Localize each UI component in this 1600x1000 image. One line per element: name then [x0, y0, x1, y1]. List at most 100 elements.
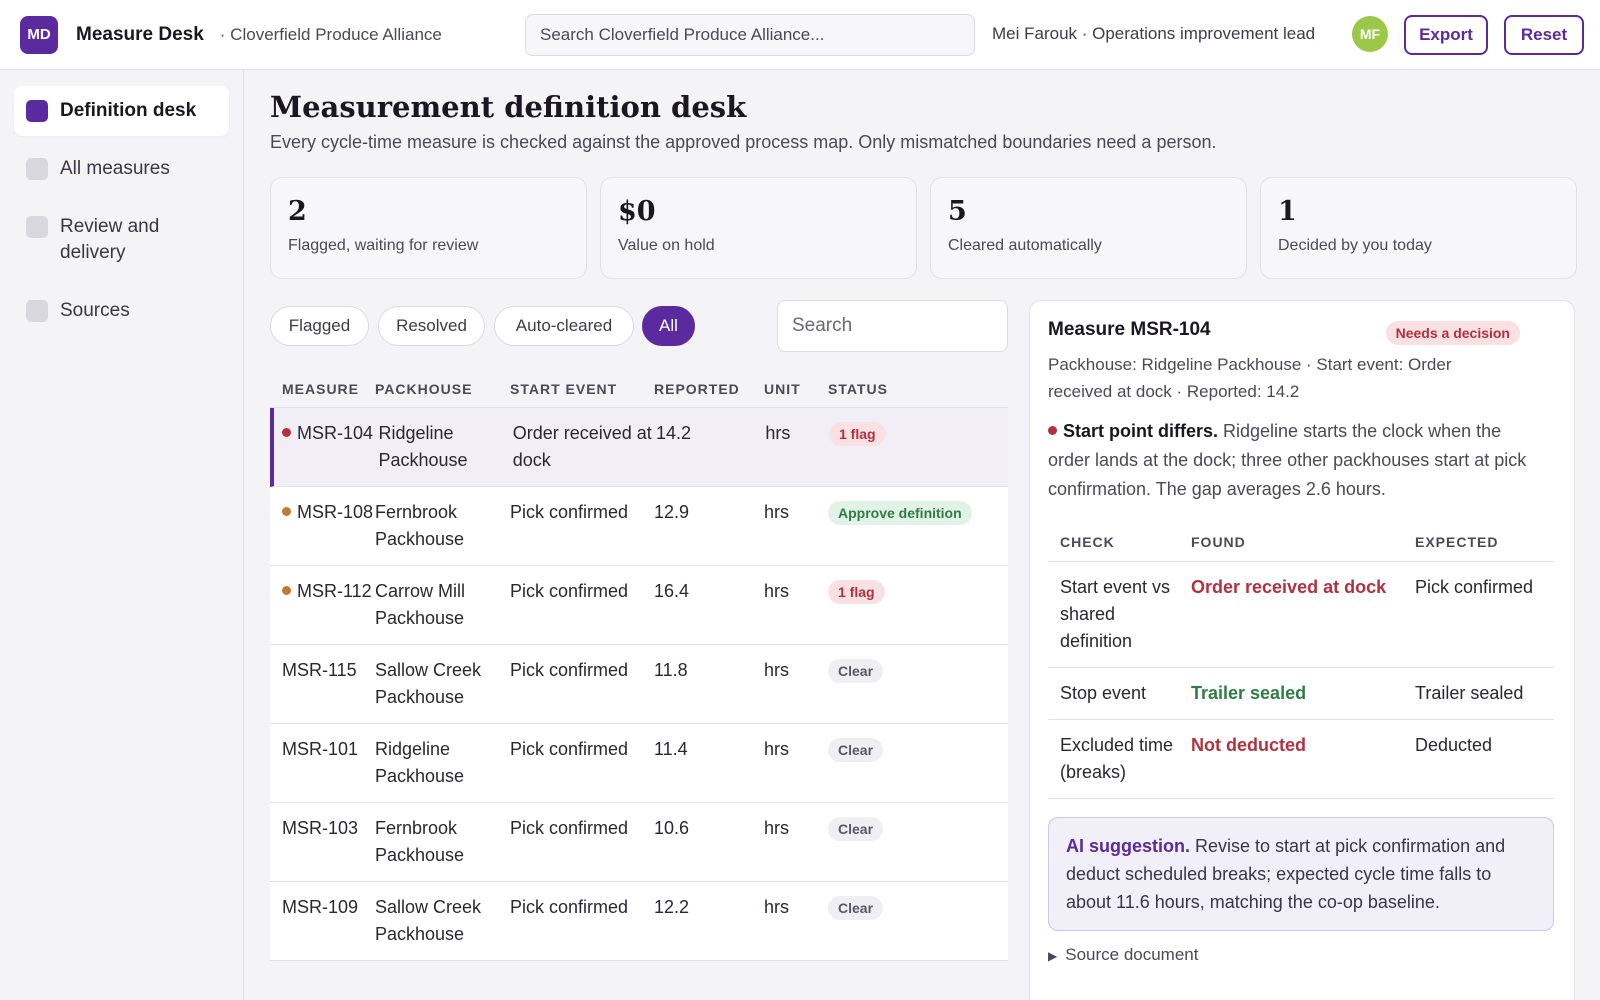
checks-table: CHECK FOUND EXPECTED Start event vs shar…	[1048, 522, 1554, 799]
col-header-expected: EXPECTED	[1415, 533, 1499, 550]
cell-start-event: Pick confirmed	[510, 581, 629, 601]
sidebar-item-label: Sources	[60, 300, 130, 321]
stat-card-cleared: 5 Cleared automatically	[930, 177, 1247, 279]
filter-chip-all[interactable]: All	[642, 306, 695, 346]
check-found: Trailer sealed	[1191, 683, 1307, 703]
table-row[interactable]: MSR-103 Fernbrook Packhouse Pick confirm…	[270, 803, 1008, 882]
check-expected: Trailer sealed	[1415, 683, 1524, 703]
cell-packhouse: Sallow Creek Packhouse	[375, 660, 482, 707]
cell-measure: MSR-109	[282, 897, 359, 917]
sidebar-item-label: Review and delivery	[60, 216, 160, 263]
cell-unit: hrs	[764, 818, 790, 838]
table-row[interactable]: MSR-101 Ridgeline Packhouse Pick confirm…	[270, 724, 1008, 803]
table-row[interactable]: MSR-108 Fernbrook Packhouse Pick confirm…	[270, 487, 1008, 566]
sidebar-item-review-delivery[interactable]: Review and delivery	[14, 202, 229, 278]
table-row[interactable]: MSR-104 Ridgeline Packhouse Order receiv…	[270, 408, 1008, 487]
check-expected: Pick confirmed	[1415, 577, 1534, 597]
cell-reported: 11.4	[654, 739, 688, 759]
table-row[interactable]: MSR-115 Sallow Creek Packhouse Pick conf…	[270, 645, 1008, 724]
nav-square-icon	[26, 300, 48, 322]
detail-finding: Start point differs. Ridgeline starts th…	[1048, 417, 1548, 504]
app-title: Measure Desk	[76, 23, 204, 45]
cell-unit: hrs	[764, 739, 790, 759]
check-row: Start event vs shared definition Order r…	[1048, 562, 1554, 668]
sidebar-item-definition-desk[interactable]: Definition desk	[14, 86, 229, 136]
triangle-right-icon: ▶	[1048, 949, 1058, 963]
filter-chip-flagged[interactable]: Flagged	[270, 306, 369, 346]
cell-reported: 14.2	[655, 423, 691, 443]
cell-start-event: Pick confirmed	[510, 818, 629, 838]
cell-unit: hrs	[764, 581, 790, 601]
cell-packhouse: Sallow Creek Packhouse	[375, 897, 482, 944]
stat-card-flagged: 2 Flagged, waiting for review	[270, 177, 587, 279]
detail-meta: Packhouse: Ridgeline Packhouse · Start e…	[1048, 355, 1452, 401]
stat-label: Cleared automatically	[948, 237, 1102, 254]
check-name: Start event vs shared definition	[1060, 577, 1171, 651]
stat-value: 5	[948, 196, 967, 227]
sidebar-item-label: All measures	[60, 158, 170, 179]
stat-card-value-on-hold: $0 Value on hold	[600, 177, 917, 279]
flag-dot-icon	[1048, 425, 1057, 435]
checks-header: CHECK FOUND EXPECTED	[1048, 522, 1554, 562]
source-document-label: Source document	[1065, 945, 1199, 964]
cell-unit: hrs	[764, 660, 790, 680]
status-badge: Clear	[828, 896, 884, 920]
sidebar-item-all-measures[interactable]: All measures	[14, 144, 229, 194]
col-header-start-event[interactable]: START EVENT	[510, 381, 654, 397]
col-header-packhouse[interactable]: PACKHOUSE	[375, 381, 510, 397]
cell-start-event: Pick confirmed	[510, 739, 629, 759]
col-header-status[interactable]: STATUS	[828, 381, 1008, 397]
source-document-toggle[interactable]: ▶ Source document	[1048, 945, 1556, 965]
global-search-input[interactable]	[525, 14, 975, 56]
col-header-unit[interactable]: UNIT	[764, 381, 828, 397]
stat-label: Value on hold	[618, 237, 715, 254]
org-name: · Cloverfield Produce Alliance	[219, 24, 442, 44]
ai-suggestion-box: AI suggestion. Revise to start at pick c…	[1048, 817, 1554, 931]
cell-reported: 11.8	[654, 660, 688, 680]
sidebar-item-sources[interactable]: Sources	[14, 286, 229, 336]
stat-value: 1	[1278, 196, 1297, 227]
cell-measure: MSR-104	[297, 423, 374, 443]
table-row[interactable]: MSR-112 Carrow Mill Packhouse Pick confi…	[270, 566, 1008, 645]
check-row: Excluded time (breaks) Not deducted Dedu…	[1048, 720, 1554, 799]
status-badge: 1 flag	[828, 580, 885, 604]
nav-square-icon	[26, 158, 48, 180]
cell-measure: MSR-108	[297, 502, 374, 522]
export-button[interactable]: Export	[1404, 15, 1488, 55]
nav-square-icon	[26, 100, 48, 122]
cell-packhouse: Fernbrook Packhouse	[375, 818, 465, 865]
stat-label: Decided by you today	[1278, 237, 1432, 254]
nav-square-icon	[26, 216, 48, 238]
status-badge: Clear	[828, 817, 884, 841]
filter-chip-auto-cleared[interactable]: Auto-cleared	[494, 306, 634, 346]
table-search-input[interactable]	[777, 300, 1008, 352]
check-found: Not deducted	[1191, 735, 1306, 755]
finding-title: Start point differs.	[1063, 421, 1219, 441]
decision-badge: Needs a decision	[1385, 321, 1520, 345]
filter-chip-resolved[interactable]: Resolved	[378, 306, 485, 346]
stat-value: $0	[618, 196, 656, 227]
detail-panel: Measure MSR-104 Needs a decision Packhou…	[1029, 300, 1575, 1000]
cell-start-event: Order received at dock	[512, 423, 652, 470]
col-header-measure[interactable]: MEASURE	[270, 381, 375, 397]
cell-start-event: Pick confirmed	[510, 660, 629, 680]
cell-reported: 12.9	[654, 502, 690, 522]
table-row[interactable]: MSR-109 Sallow Creek Packhouse Pick conf…	[270, 882, 1008, 961]
check-expected: Deducted	[1415, 735, 1493, 755]
cell-unit: hrs	[764, 897, 790, 917]
measures-table: MEASURE PACKHOUSE START EVENT REPORTED U…	[270, 370, 1008, 961]
reset-button[interactable]: Reset	[1504, 15, 1584, 55]
cell-packhouse: Fernbrook Packhouse	[375, 502, 465, 549]
stat-label: Flagged, waiting for review	[288, 237, 479, 254]
cell-packhouse: Ridgeline Packhouse	[375, 739, 465, 786]
status-badge[interactable]: Approve definition	[828, 501, 972, 525]
table-header: MEASURE PACKHOUSE START EVENT REPORTED U…	[270, 370, 1008, 408]
col-header-reported[interactable]: REPORTED	[654, 381, 764, 397]
col-header-found: FOUND	[1191, 533, 1246, 550]
check-name: Stop event	[1060, 683, 1147, 703]
user-info: Mei Farouk · Operations improvement lead	[992, 24, 1316, 43]
avatar[interactable]: MF	[1352, 16, 1388, 52]
ai-suggestion-title: AI suggestion.	[1066, 836, 1191, 856]
flag-dot-icon	[282, 427, 291, 437]
stat-card-decided: 1 Decided by you today	[1260, 177, 1577, 279]
